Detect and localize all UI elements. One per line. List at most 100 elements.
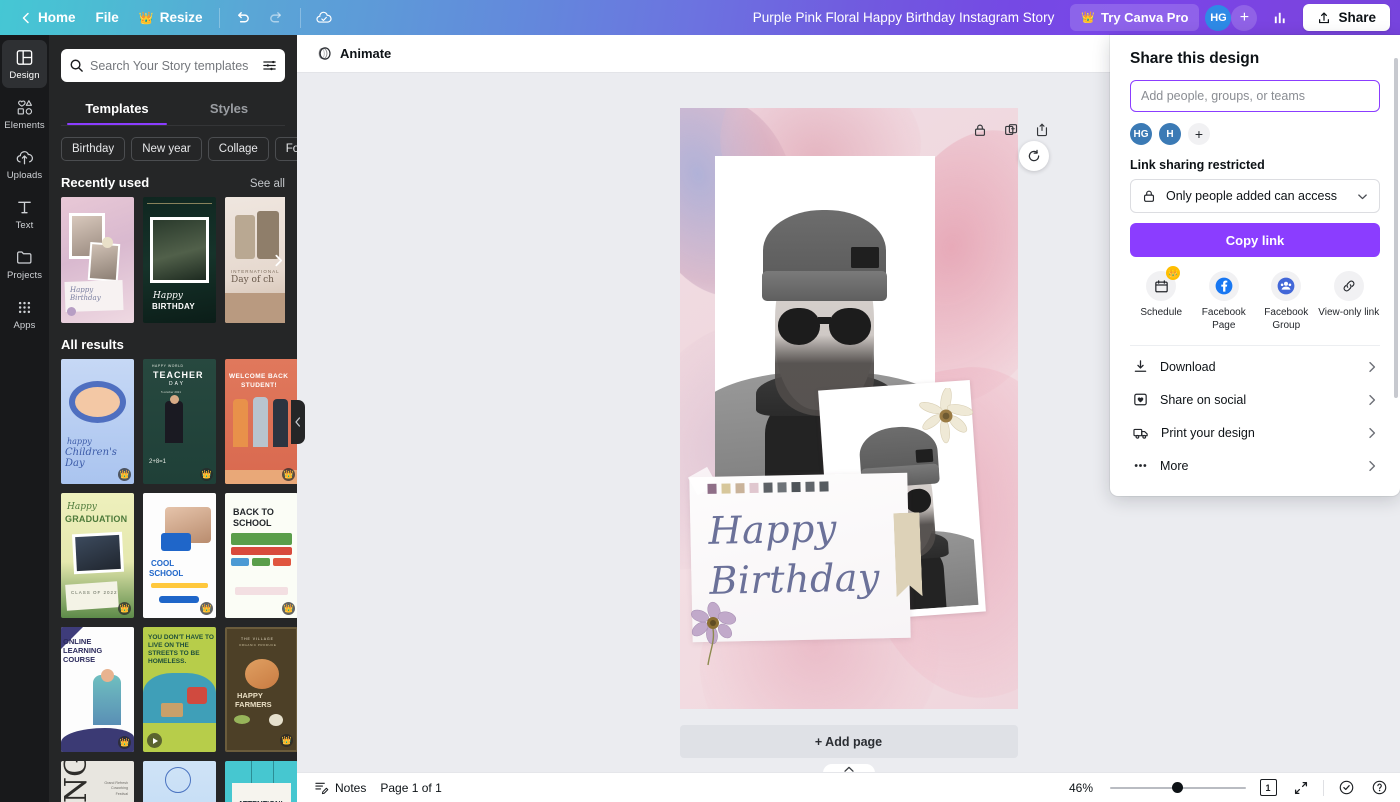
template-card[interactable]: WELCOME BACK STUDENT! 👑	[225, 359, 297, 484]
expand-icon[interactable]	[1290, 777, 1312, 799]
chip-new-year[interactable]: New year	[131, 137, 202, 161]
refresh-icon[interactable]	[1018, 141, 1049, 171]
tab-styles[interactable]: Styles	[173, 94, 285, 125]
template-card[interactable]: Happy GRADUATION CLASS OF 2022 👑	[61, 493, 134, 618]
share-row-share-on-social[interactable]: Share on social	[1130, 383, 1380, 416]
home-button[interactable]: Home	[10, 5, 86, 30]
lock-icon[interactable]	[971, 120, 990, 139]
chip-collage[interactable]: Collage	[207, 137, 269, 161]
add-page-button[interactable]: + Add page	[679, 725, 1018, 758]
link-access-select[interactable]: Only people added can access	[1130, 179, 1380, 213]
file-menu-button[interactable]: File	[86, 5, 129, 30]
sidebar-item-design[interactable]: Design	[2, 40, 47, 88]
add-page-icon[interactable]	[1033, 120, 1052, 139]
template-card[interactable]: BACK TO SCHOOL 👑	[225, 493, 297, 618]
add-collaborator-button[interactable]: +	[1231, 4, 1258, 31]
bar-chart-icon[interactable]	[1265, 4, 1295, 32]
chip-food[interactable]: Food	[274, 137, 297, 161]
link-access-value: Only people added can access	[1166, 189, 1337, 203]
sidebar-item-text[interactable]: Text	[2, 190, 47, 238]
search-input[interactable]	[84, 58, 262, 73]
avatar[interactable]: HG	[1205, 4, 1232, 31]
chevron-right-icon[interactable]	[265, 244, 291, 276]
headline-line-2[interactable]: Birthday	[709, 555, 880, 603]
cloud-saved-icon[interactable]	[309, 4, 339, 32]
quick-action-label: Facebook Group	[1264, 307, 1309, 331]
share-row-more[interactable]: More	[1130, 449, 1380, 482]
tab-templates[interactable]: Templates	[61, 94, 173, 125]
quick-action-view-only-link[interactable]: View-only link	[1318, 271, 1381, 332]
template-card[interactable]: Grand Refresh Coworking Festival ING	[61, 761, 134, 802]
section-title: Recently used	[61, 175, 150, 190]
redo-button[interactable]	[262, 4, 292, 32]
template-card[interactable]: YOU DON'T HAVE TO LIVE ON THE STREETS TO…	[143, 627, 216, 752]
collaborator-avatars: HG H +	[1130, 123, 1380, 145]
quick-action-facebook-group[interactable]: Facebook Group	[1255, 271, 1318, 332]
template-card[interactable]: Back to School	[143, 761, 216, 802]
quick-action-label: Facebook Page	[1201, 307, 1246, 331]
search-box[interactable]	[61, 49, 285, 82]
design-page[interactable]: Happy Birthday	[679, 108, 1018, 709]
copy-link-button[interactable]: Copy link	[1130, 223, 1380, 257]
dried-flower-element[interactable]	[918, 388, 974, 444]
add-people-input[interactable]	[1130, 80, 1380, 112]
check-circle-icon[interactable]	[1335, 777, 1357, 799]
sidebar-item-projects[interactable]: Projects	[2, 240, 47, 288]
template-card[interactable]: HAPPY WORLD TEACHER DAY 5 october 2021 2…	[143, 359, 216, 484]
collapse-panel-handle[interactable]	[291, 400, 305, 444]
share-row-label: More	[1160, 458, 1189, 473]
animate-button[interactable]: Animate	[307, 40, 400, 67]
shapes-icon	[15, 98, 34, 117]
template-card[interactable]: happy Children's Day 👑	[61, 359, 134, 484]
document-title[interactable]: Purple Pink Floral Happy Birthday Instag…	[743, 5, 1065, 30]
resize-label: Resize	[159, 10, 203, 25]
duplicate-icon[interactable]	[1002, 120, 1021, 139]
sidebar-item-label: Uploads	[6, 169, 43, 181]
headline-line-1[interactable]: Happy	[707, 506, 836, 553]
avatar[interactable]: HG	[1130, 123, 1152, 145]
undo-button[interactable]	[228, 4, 258, 32]
add-person-button[interactable]: +	[1188, 123, 1210, 145]
template-thumbnail[interactable]: Happy Birthday	[61, 197, 134, 323]
share-row-label: Print your design	[1161, 425, 1255, 440]
panel-tabs: Templates Styles	[49, 94, 297, 125]
sidebar-item-elements[interactable]: Elements	[2, 90, 47, 138]
share-button[interactable]: Share	[1303, 4, 1390, 31]
divider	[1323, 779, 1324, 796]
template-card[interactable]: ONLINE LEARNING COURSE 👑	[61, 627, 134, 752]
share-actions-list: Download Share on social Print your desi	[1130, 345, 1380, 488]
try-canva-pro-button[interactable]: 👑 Try Canva Pro	[1070, 4, 1200, 31]
quick-action-schedule[interactable]: 👑 Schedule	[1130, 266, 1193, 332]
template-card[interactable]: THE VILLAGE ORGANIC PRODUCE HAPPY FARMER…	[225, 627, 297, 752]
page-indicator: Page 1 of 1	[380, 780, 442, 795]
notes-button[interactable]: Notes	[307, 776, 373, 799]
chip-birthday[interactable]: Birthday	[61, 137, 126, 161]
template-card[interactable]: COOL SCHOOL 👑	[143, 493, 216, 618]
share-row-label: Share on social	[1160, 392, 1247, 407]
share-row-print-your-design[interactable]: Print your design	[1130, 416, 1380, 449]
question-circle-icon[interactable]	[1368, 777, 1390, 799]
sidebar-item-apps[interactable]: Apps	[2, 290, 47, 338]
heart-box-icon	[1132, 391, 1149, 408]
resize-button[interactable]: 👑 Resize	[129, 5, 213, 30]
dried-flower-element[interactable]	[688, 597, 744, 667]
page-grid-icon[interactable]: 1	[1257, 777, 1279, 799]
sidebar-item-uploads[interactable]: Uploads	[2, 140, 47, 188]
quick-action-facebook-page[interactable]: Facebook Page	[1193, 271, 1256, 332]
template-card[interactable]: ATTENTION! DON'T READ THE SMALL LETTERS	[225, 761, 297, 802]
share-panel-scrollbar[interactable]	[1394, 58, 1398, 398]
share-row-download[interactable]: Download	[1130, 350, 1380, 383]
zoom-thumb[interactable]	[1172, 782, 1183, 793]
avatar[interactable]: H	[1159, 123, 1181, 145]
chevron-right-icon	[1366, 361, 1378, 373]
share-label: Share	[1338, 10, 1376, 25]
truck-icon	[1132, 424, 1150, 442]
lock-icon	[1141, 188, 1157, 204]
see-all-link[interactable]: See all	[250, 178, 285, 190]
template-thumbnail[interactable]: Happy BIRTHDAY	[143, 197, 216, 323]
zoom-slider[interactable]	[1110, 781, 1246, 795]
sliders-icon[interactable]	[262, 58, 277, 73]
left-rail: Design Elements Uploads Text Projects Ap…	[0, 35, 49, 802]
bottom-bar: Notes Page 1 of 1 46% 1	[297, 772, 1400, 802]
notes-icon	[314, 780, 329, 795]
